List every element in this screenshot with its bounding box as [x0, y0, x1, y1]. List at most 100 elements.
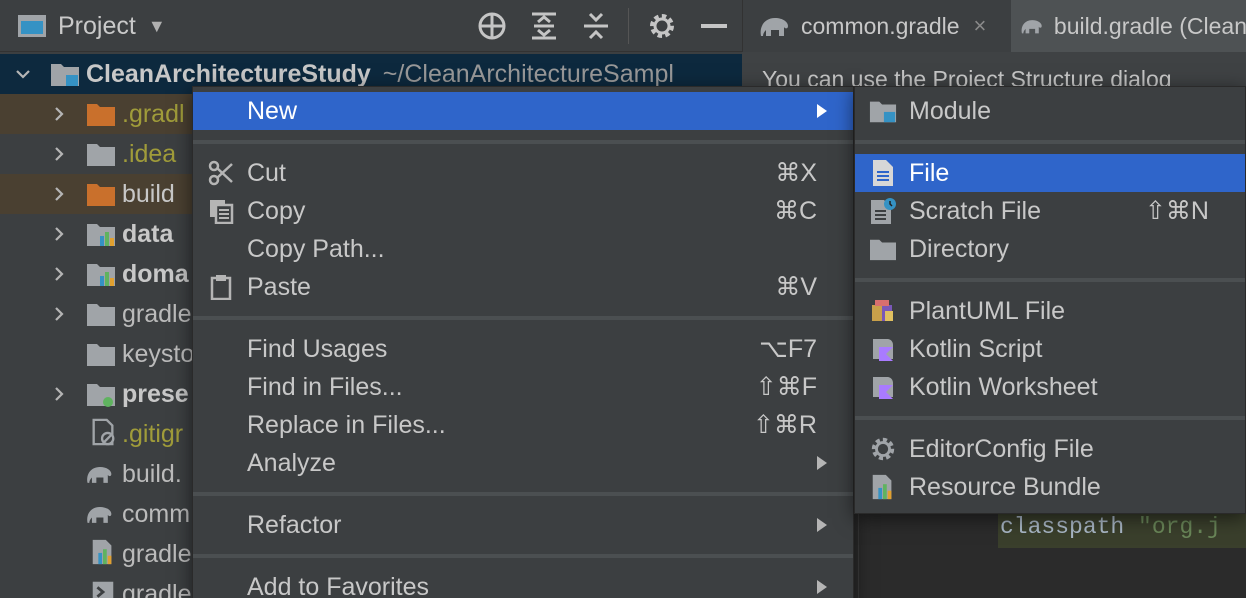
chevron-right-icon[interactable]: [48, 143, 70, 165]
tab-build-gradle[interactable]: build.gradle (Clean: [1011, 0, 1246, 52]
menu-item-analyze[interactable]: Analyze: [193, 444, 853, 482]
menu-item-label: Kotlin Script: [909, 334, 1043, 363]
chevron-right-icon[interactable]: [48, 103, 70, 125]
submenu-item-file[interactable]: File: [855, 154, 1245, 192]
menu-separator: [855, 278, 1245, 282]
hide-panel-button[interactable]: [696, 8, 732, 44]
copy-icon: [207, 197, 235, 225]
submenu-item-kotlin-worksheet[interactable]: Kotlin Worksheet: [855, 368, 1245, 406]
menu-item-label: Kotlin Worksheet: [909, 372, 1098, 401]
orange-folder-icon: [87, 184, 115, 206]
folder-icon: [869, 235, 897, 263]
submenu-item-plantuml-file[interactable]: PlantUML File: [855, 292, 1245, 330]
menu-item-paste[interactable]: Paste ⌘V: [193, 268, 853, 306]
menu-separator: [855, 140, 1245, 144]
module-folder-icon: [87, 224, 115, 246]
menu-item-label: Module: [909, 96, 991, 125]
submenu-item-kotlin-script[interactable]: Kotlin Script: [855, 330, 1245, 368]
submenu-item-editorconfig-file[interactable]: EditorConfig File: [855, 430, 1245, 468]
project-title: Project: [58, 11, 136, 40]
chevron-down-icon: ▼: [147, 15, 166, 36]
menu-item-label: PlantUML File: [909, 296, 1066, 325]
menu-separator: [193, 316, 853, 320]
menu-item-shortcut: ⌘C: [773, 197, 817, 225]
menu-item-label: Find in Files...: [247, 372, 403, 401]
chevron-right-icon[interactable]: [48, 383, 70, 405]
chevron-right-icon[interactable]: [48, 223, 70, 245]
menu-item-label: Find Usages: [247, 334, 388, 363]
code-string: "org.j: [1138, 514, 1221, 540]
orange-folder-icon: [87, 104, 115, 126]
submenu-item-scratch-file[interactable]: Scratch File ⇧⌘N: [855, 192, 1245, 230]
menu-item-label: Analyze: [247, 448, 336, 477]
tree-item-label: .idea: [122, 139, 177, 168]
menu-item-copy-path[interactable]: Copy Path...: [193, 230, 853, 268]
menu-item-refactor[interactable]: Refactor: [193, 506, 853, 544]
collapse-all-button[interactable]: [578, 8, 614, 44]
tree-item-label: .gitigr: [122, 419, 184, 448]
script-file-icon: [92, 581, 114, 598]
close-icon[interactable]: ×: [974, 13, 987, 39]
new-submenu: Module File Scratch File ⇧⌘N Directory P…: [854, 86, 1246, 514]
folder-icon: [87, 344, 115, 366]
project-view-selector[interactable]: Project ▼: [18, 0, 166, 52]
settings-button[interactable]: [644, 8, 680, 44]
menu-item-label: Refactor: [247, 510, 342, 539]
tree-item-label: build.: [122, 459, 182, 488]
submenu-arrow-icon: [817, 104, 827, 118]
menu-item-label: Paste: [247, 272, 311, 301]
menu-item-find-in-files[interactable]: Find in Files... ⇧⌘F: [193, 368, 853, 406]
tree-item-label: prese: [122, 379, 189, 408]
app-module-folder-icon: [87, 384, 115, 407]
code-line[interactable]: classpath "org.j: [998, 508, 1246, 548]
editor-tab-bar: common.gradle × build.gradle (Clean: [742, 0, 1246, 52]
toolbar-separator: [628, 8, 629, 44]
file-icon: [869, 159, 897, 187]
menu-item-replace-in-files[interactable]: Replace in Files... ⇧⌘R: [193, 406, 853, 444]
locate-file-button[interactable]: [474, 8, 510, 44]
submenu-arrow-icon: [817, 518, 827, 532]
submenu-item-module[interactable]: Module: [855, 92, 1245, 130]
tree-item-label: build: [122, 179, 175, 208]
submenu-item-directory[interactable]: Directory: [855, 230, 1245, 268]
tree-item-label: data: [122, 219, 174, 248]
menu-item-add-to-favorites[interactable]: Add to Favorites: [193, 568, 853, 598]
menu-item-label: EditorConfig File: [909, 434, 1094, 463]
gradle-elephant-icon: [87, 506, 112, 523]
menu-item-find-usages[interactable]: Find Usages ⌥F7: [193, 330, 853, 368]
tree-item-label: .gradl: [122, 99, 185, 128]
menu-item-label: New: [247, 96, 298, 125]
clipboard-icon: [207, 273, 235, 301]
plantuml-icon: [869, 297, 897, 325]
submenu-item-resource-bundle[interactable]: Resource Bundle: [855, 468, 1245, 506]
chevron-right-icon[interactable]: [48, 303, 70, 325]
menu-item-label: Copy Path...: [247, 234, 385, 263]
menu-item-cut[interactable]: Cut ⌘X: [193, 154, 853, 192]
tab-label: common.gradle: [801, 12, 960, 39]
menu-separator: [193, 492, 853, 496]
tab-common-gradle[interactable]: common.gradle ×: [757, 0, 986, 52]
menu-item-new[interactable]: New: [193, 92, 853, 130]
tree-item-label: CleanArchitectureStudy: [86, 59, 371, 88]
menu-item-shortcut: ⌘V: [775, 273, 817, 301]
collapse-all-icon: [584, 12, 608, 40]
menu-separator: [193, 140, 853, 144]
chevron-right-icon[interactable]: [48, 183, 70, 205]
submenu-arrow-icon: [817, 580, 827, 594]
tree-item-label: doma: [122, 259, 189, 288]
chevron-right-icon[interactable]: [48, 263, 70, 285]
resource-bundle-icon: [869, 473, 897, 501]
gitignore-file-icon: [92, 418, 115, 446]
menu-separator: [855, 416, 1245, 420]
minimize-icon: [701, 24, 727, 28]
menu-item-shortcut: ⇧⌘N: [1144, 197, 1209, 225]
module-folder-icon: [51, 64, 79, 86]
tree-item-label: gradle: [122, 579, 192, 598]
menu-item-shortcut: ⌥F7: [759, 335, 817, 363]
expand-all-button[interactable]: [526, 8, 562, 44]
code-keyword: classpath: [1000, 514, 1125, 540]
scratch-file-icon: [869, 197, 897, 225]
menu-item-copy[interactable]: Copy ⌘C: [193, 192, 853, 230]
folder-icon: [87, 144, 115, 166]
chevron-down-icon[interactable]: [12, 63, 34, 85]
